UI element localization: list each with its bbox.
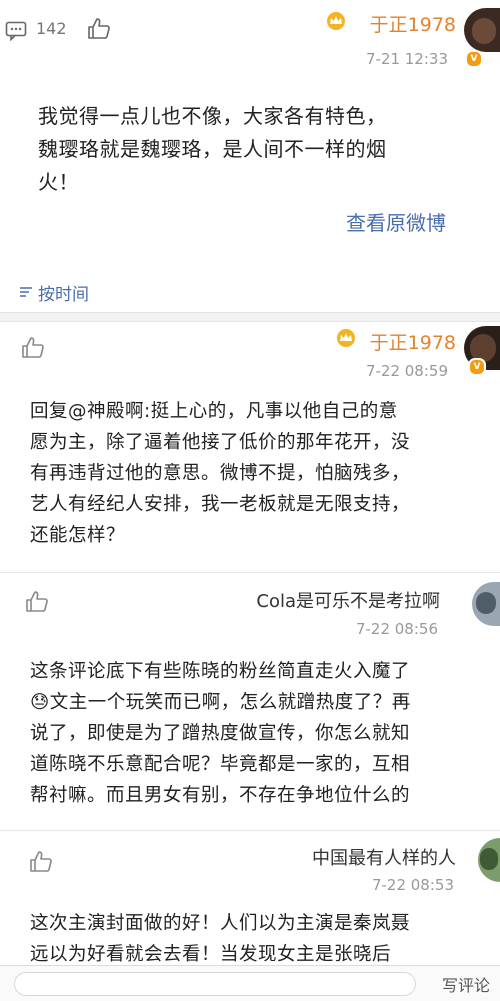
post-card: 142 于正1978 7-21 12:33 V 我觉得一点儿也不像，大家各有特色… — [0, 0, 500, 268]
comment-separator — [0, 572, 500, 573]
vip-crown-icon — [327, 12, 345, 30]
comment-text: 回复@神殿啊:挺上心的，凡事以他自己的意 愿为主，除了逼着他接了低价的那年花开，… — [30, 401, 411, 546]
avatar[interactable] — [472, 582, 500, 626]
comment-item: 于正1978 7-22 08:59 V 回复@神殿啊:挺上心的，凡事以他自己的意… — [0, 322, 500, 568]
comment-time: 7-22 08:56 — [355, 620, 438, 638]
comment-item: 中国最有人样的人 7-22 08:53 这次主演封面做的好！人们以为主演是秦岚聂… — [0, 834, 500, 965]
comment-username[interactable]: Cola是可乐不是考拉啊 — [256, 587, 440, 613]
avatar[interactable] — [464, 8, 500, 52]
like-icon[interactable] — [28, 848, 54, 874]
comment-text: 这条评论底下有些陈晓的粉丝简直走火入魔了 😓文主一个玩笑而已啊，怎么就蹭热度了？… — [30, 661, 411, 806]
like-icon[interactable] — [20, 334, 46, 360]
comment-item: Cola是可乐不是考拉啊 7-22 08:56 这条评论底下有些陈晓的粉丝简直走… — [0, 576, 500, 824]
comment-username[interactable]: 于正1978 — [370, 328, 456, 355]
post-username[interactable]: 于正1978 — [370, 10, 456, 37]
comment-separator — [0, 830, 500, 831]
verified-badge: V — [465, 50, 483, 68]
comment-count: 142 — [36, 19, 67, 38]
vip-crown-icon — [337, 329, 355, 347]
comment-username[interactable]: 中国最有人样的人 — [312, 844, 456, 870]
comment-time: 7-22 08:59 — [365, 362, 448, 380]
comment-bar: 写评论 — [0, 965, 500, 1001]
section-divider — [0, 312, 500, 322]
comment-input[interactable] — [14, 972, 416, 996]
sort-icon — [20, 287, 32, 297]
like-icon[interactable] — [86, 15, 112, 41]
comment-time: 7-22 08:53 — [371, 876, 454, 894]
avatar[interactable] — [478, 838, 500, 882]
comment-icon[interactable] — [5, 21, 27, 41]
post-time: 7-21 12:33 — [365, 50, 448, 68]
comment-input-label[interactable]: 写评论 — [442, 972, 490, 996]
view-original-link[interactable]: 查看原微博 — [346, 207, 446, 236]
comment-text: 这次主演封面做的好！人们以为主演是秦岚聂 远以为好看就会去看！当发现女主是张晓后 — [30, 913, 411, 965]
verified-badge: V — [468, 358, 486, 376]
like-icon[interactable] — [24, 588, 50, 614]
post-text: 我觉得一点儿也不像，大家各有特色， 魏璎珞就是魏璎珞，是人间不一样的烟 火！ — [38, 104, 387, 194]
sort-label: 按时间 — [38, 285, 89, 305]
